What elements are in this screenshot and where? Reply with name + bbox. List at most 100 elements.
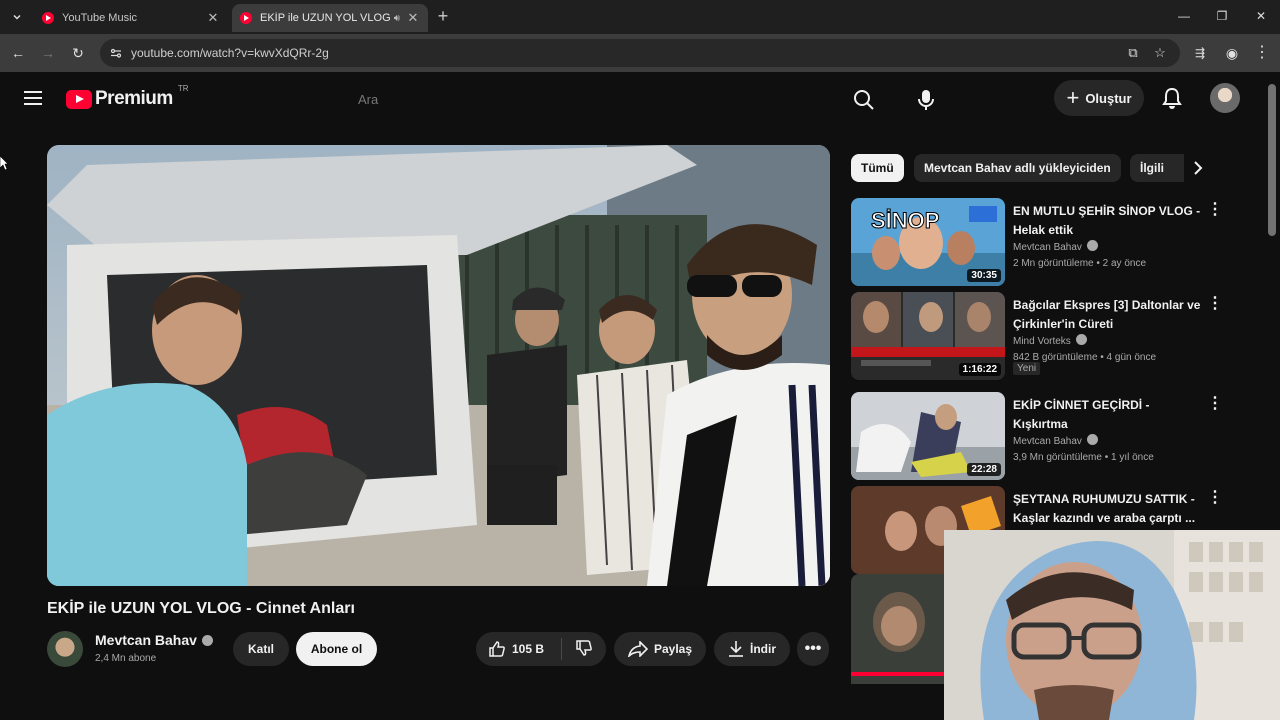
- video-title: EKİP ile UZUN YOL VLOG - Cinnet Anları: [47, 600, 355, 617]
- search-placeholder: Ara: [358, 92, 379, 107]
- forward-arrow-icon[interactable]: →: [38, 43, 58, 63]
- channel-name-link[interactable]: Mevtcan Bahav: [95, 632, 213, 648]
- chip-related[interactable]: İlgili: [1130, 154, 1184, 182]
- video-thumbnail[interactable]: SİNOP 30:35: [851, 198, 1005, 286]
- chip-all[interactable]: Tümü: [851, 154, 904, 182]
- recommendation-meta: 2 Mn görüntüleme • 2 ay önce: [1013, 258, 1147, 269]
- channel-name: Mevtcan Bahav: [95, 632, 197, 648]
- thumbs-down-icon: [575, 639, 593, 660]
- chip-from-uploader[interactable]: Mevtcan Bahav adlı yükleyiciden: [914, 154, 1121, 182]
- like-count: 105 B: [512, 642, 545, 656]
- recommendation-item[interactable]: 1:16:22 Bağcılar Ekspres [3] Daltonlar v…: [851, 292, 1231, 382]
- more-vertical-icon[interactable]: ⋮: [1207, 296, 1223, 314]
- thumbnail-text: SİNOP: [871, 208, 939, 233]
- create-button[interactable]: + Oluştur: [1054, 80, 1144, 116]
- join-label: Katıl: [247, 642, 274, 656]
- browser-tab-youtube-music[interactable]: YouTube Music ✕: [34, 4, 228, 32]
- cast-icon[interactable]: ⇶: [1190, 43, 1210, 63]
- close-tab-icon[interactable]: ✕: [406, 10, 420, 26]
- video-duration: 22:28: [967, 463, 1001, 476]
- youtube-header: Premium TR Ara + Oluştur: [0, 72, 1280, 128]
- chips-next-button[interactable]: [1186, 156, 1210, 180]
- page-scrollbar[interactable]: [1268, 84, 1276, 236]
- youtube-logo-icon: [66, 89, 92, 109]
- close-tab-icon[interactable]: ✕: [206, 10, 220, 26]
- video-thumbnail[interactable]: 1:16:22: [851, 292, 1005, 380]
- video-player[interactable]: [47, 145, 830, 586]
- notifications-button[interactable]: [1158, 84, 1186, 112]
- site-info-icon[interactable]: [110, 47, 122, 59]
- share-arrow-icon: [627, 641, 648, 657]
- minimize-icon[interactable]: —: [1174, 9, 1194, 23]
- browser-tab-active-video[interactable]: EKİP ile UZUN YOL VLOG - 🔊︎ ✕: [232, 4, 428, 32]
- subscribe-label: Abone ol: [310, 642, 363, 656]
- channel-avatar[interactable]: [47, 631, 83, 667]
- video-frame: [47, 145, 830, 586]
- download-icon: [728, 640, 744, 658]
- like-dislike-group: 105 B: [476, 632, 606, 666]
- mouse-cursor-icon: [0, 156, 8, 170]
- more-vertical-icon[interactable]: ⋮: [1207, 202, 1223, 220]
- close-window-icon[interactable]: ✕: [1251, 9, 1271, 23]
- verified-badge-icon: [201, 635, 213, 646]
- recommendation-title: EKİP CİNNET GEÇİRDİ - Kışkırtma: [1013, 398, 1150, 431]
- logo-text: Premium: [95, 88, 173, 109]
- install-app-icon[interactable]: ⧉: [1125, 45, 1141, 61]
- voice-search-button[interactable]: [906, 80, 946, 120]
- microphone-icon: [918, 90, 934, 110]
- recommendation-title: EN MUTLU ŞEHİR SİNOP VLOG - Helak ettik: [1013, 204, 1201, 237]
- subscribe-button[interactable]: Abone ol: [296, 632, 377, 666]
- recommendation-title: ŞEYTANA RUHUMUZU SATTIK - Kaşlar kazındı…: [1013, 492, 1196, 525]
- subscriber-count: 2,4 Mn abone: [95, 653, 157, 664]
- create-label: Oluştur: [1085, 90, 1132, 106]
- recommendation-meta: 3,9 Mn görüntüleme • 1 yıl önce: [1013, 452, 1154, 463]
- reload-icon[interactable]: ↻: [68, 43, 88, 63]
- maximize-icon[interactable]: ❐: [1212, 9, 1232, 23]
- recommendation-item[interactable]: 22:28 EKİP CİNNET GEÇİRDİ - Kışkırtma Me…: [851, 392, 1231, 482]
- browser-toolbar: ← → ↻ youtube.com/watch?v=kwvXdQRr-2g ⧉ …: [0, 34, 1280, 72]
- search-input[interactable]: Ara: [344, 80, 830, 120]
- recommendation-channel: Mind Vorteks: [1013, 334, 1087, 347]
- new-badge: Yeni: [1013, 362, 1041, 375]
- tab-title: EKİP ile UZUN YOL VLOG -: [260, 12, 394, 24]
- hamburger-menu-icon[interactable]: [24, 91, 42, 105]
- youtube-premium-logo[interactable]: Premium TR: [66, 84, 188, 110]
- browser-tab-strip: YouTube Music ✕ EKİP ile UZUN YOL VLOG -…: [0, 0, 1280, 34]
- verified-badge-icon: [1075, 334, 1087, 345]
- download-label: İndir: [750, 642, 776, 656]
- search-icon: [854, 90, 874, 110]
- dislike-button[interactable]: [562, 639, 606, 660]
- download-button[interactable]: İndir: [714, 632, 790, 666]
- thumbs-up-icon: [488, 640, 506, 658]
- recommendation-item[interactable]: SİNOP 30:35 EN MUTLU ŞEHİR SİNOP VLOG - …: [851, 198, 1231, 288]
- recommendation-channel: Mevtcan Bahav: [1013, 240, 1098, 253]
- more-horizontal-icon: •••: [804, 640, 822, 657]
- browser-menu-icon[interactable]: ⋮: [1252, 43, 1272, 63]
- share-button[interactable]: Paylaş: [614, 632, 706, 666]
- share-label: Paylaş: [653, 642, 693, 656]
- logo-country-code: TR: [177, 84, 189, 93]
- more-vertical-icon[interactable]: ⋮: [1207, 396, 1223, 414]
- plus-icon: +: [1066, 85, 1080, 110]
- more-vertical-icon[interactable]: ⋮: [1207, 490, 1223, 508]
- video-duration: 30:35: [967, 269, 1001, 282]
- back-arrow-icon[interactable]: ←: [8, 43, 28, 63]
- address-bar[interactable]: youtube.com/watch?v=kwvXdQRr-2g ⧉ ☆: [100, 39, 1180, 67]
- video-thumbnail[interactable]: 22:28: [851, 392, 1005, 480]
- more-actions-button[interactable]: •••: [797, 632, 829, 666]
- account-avatar[interactable]: [1210, 83, 1240, 113]
- search-button[interactable]: [836, 80, 892, 120]
- chevron-right-icon: [1194, 161, 1203, 175]
- new-tab-button[interactable]: +: [434, 7, 452, 26]
- speaker-icon[interactable]: 🔊︎: [394, 13, 400, 24]
- profile-icon[interactable]: ◉: [1222, 43, 1242, 63]
- like-button[interactable]: 105 B: [476, 638, 562, 660]
- bell-icon: [1162, 87, 1182, 109]
- bookmark-star-icon[interactable]: ☆: [1152, 45, 1168, 61]
- webcam-overlay: [944, 530, 1280, 720]
- recommendation-title: Bağcılar Ekspres [3] Daltonlar ve Çirkin…: [1013, 298, 1201, 331]
- tab-search-button[interactable]: [6, 7, 28, 27]
- chevron-down-icon: [13, 14, 21, 20]
- verified-badge-icon: [1086, 434, 1098, 445]
- join-button[interactable]: Katıl: [233, 632, 289, 666]
